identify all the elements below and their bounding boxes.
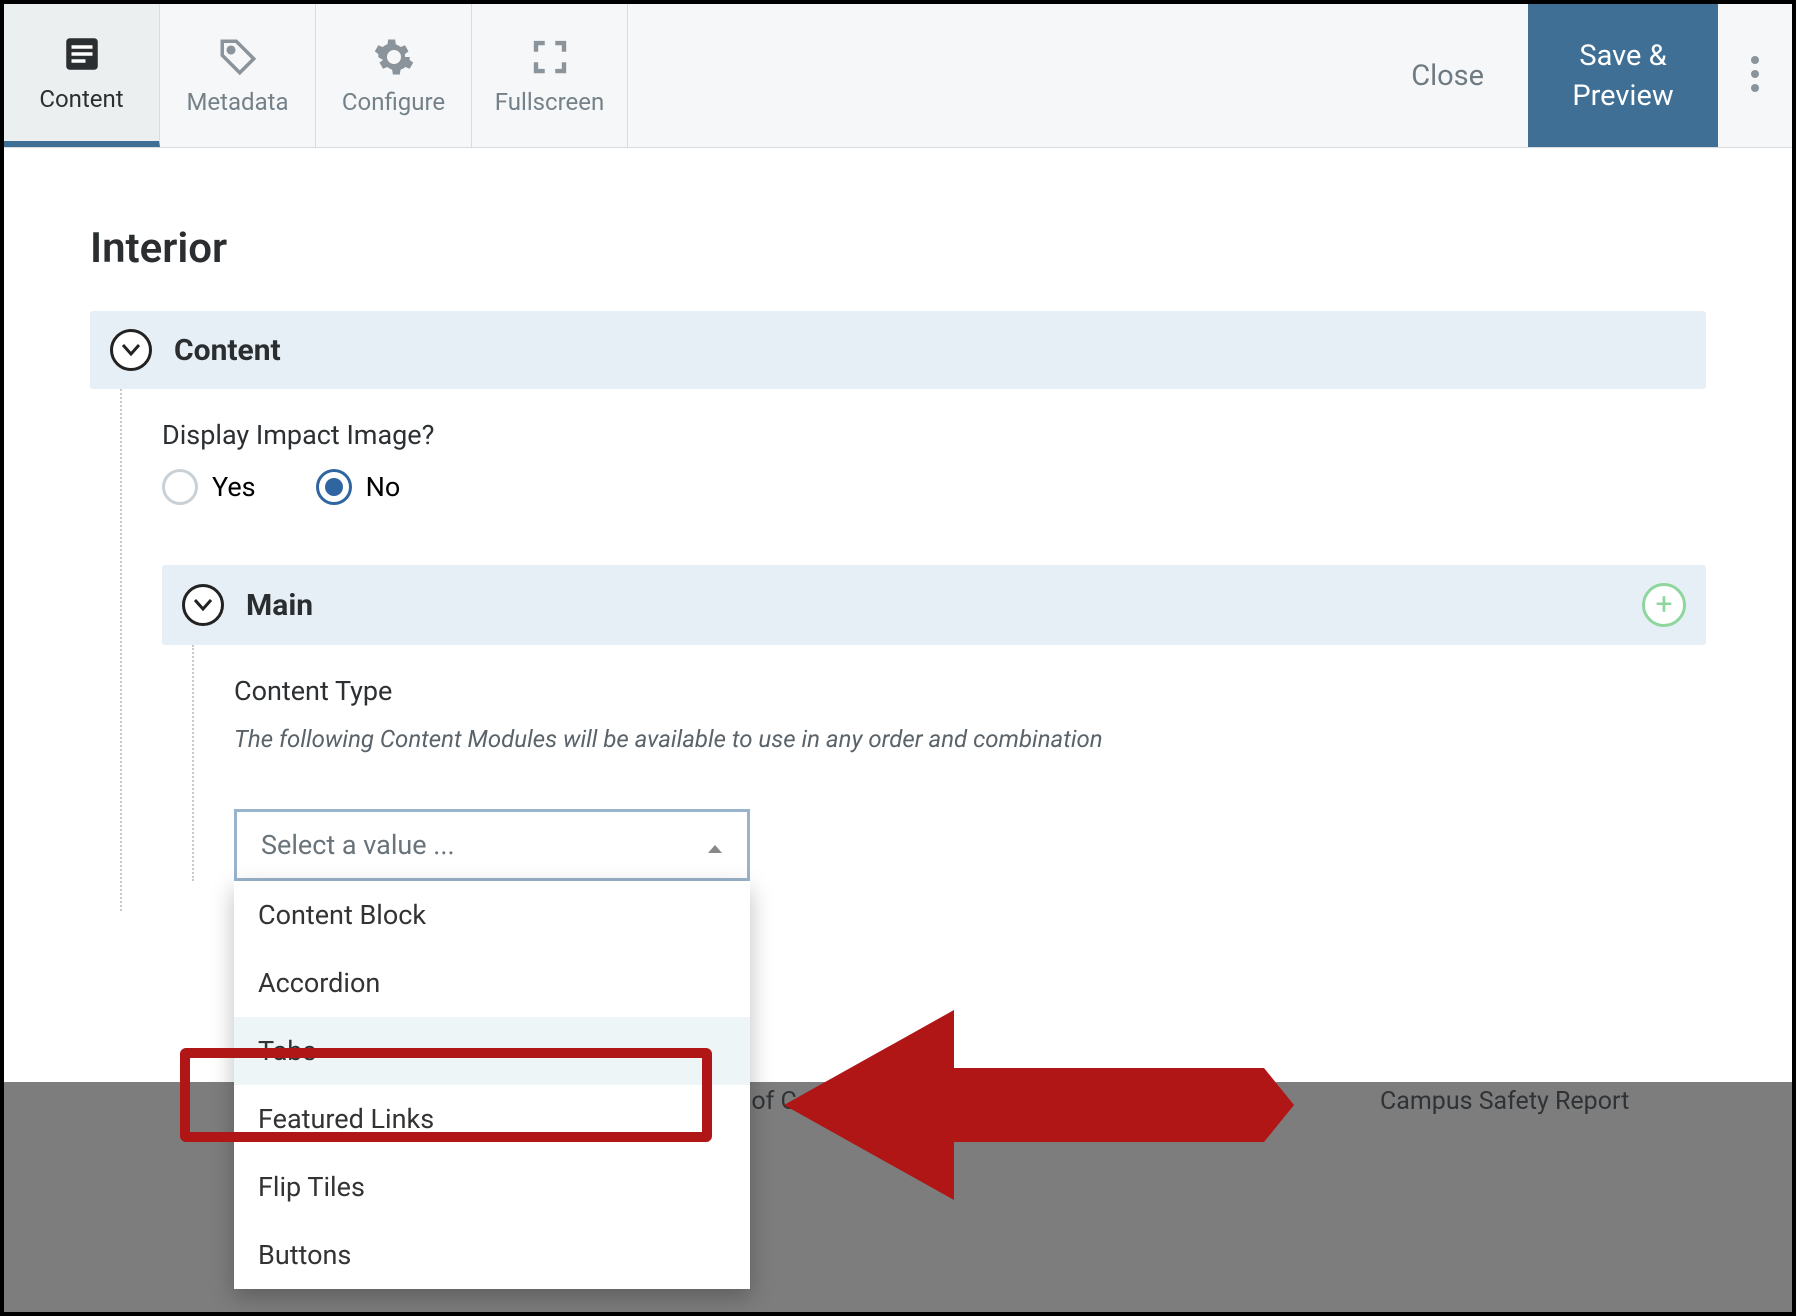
- radio-dot: [316, 469, 352, 505]
- save-line2: Preview: [1572, 79, 1673, 113]
- content-icon: [61, 33, 103, 75]
- select-option-tabs[interactable]: Tabs: [234, 1017, 750, 1085]
- section-title: Content: [174, 333, 281, 368]
- select-option-buttons[interactable]: Buttons: [234, 1221, 750, 1289]
- select-option-flip-tiles[interactable]: Flip Tiles: [234, 1153, 750, 1221]
- caret-up-icon: [707, 829, 723, 861]
- collapse-icon[interactable]: [110, 329, 152, 371]
- tab-configure[interactable]: Configure: [316, 4, 472, 147]
- radio-yes[interactable]: Yes: [162, 469, 256, 505]
- kebab-icon: [1751, 56, 1759, 96]
- section-main[interactable]: Main +: [162, 565, 1706, 645]
- content-type-label: Content Type: [234, 675, 1706, 707]
- radio-dot: [162, 469, 198, 505]
- page-title: Interior: [90, 224, 1706, 273]
- select-option-content-block[interactable]: Content Block: [234, 881, 750, 949]
- more-menu-button[interactable]: [1718, 4, 1792, 147]
- tab-fullscreen[interactable]: Fullscreen: [472, 4, 628, 147]
- section-title: Main: [246, 588, 313, 623]
- radio-label: Yes: [212, 471, 256, 503]
- tab-label: Metadata: [186, 88, 288, 116]
- select-option-featured-links[interactable]: Featured Links: [234, 1085, 750, 1153]
- select-option-accordion[interactable]: Accordion: [234, 949, 750, 1017]
- save-preview-button[interactable]: Save & Preview: [1528, 4, 1718, 147]
- radio-label: No: [366, 471, 401, 503]
- footer-link-safety[interactable]: Campus Safety Report: [1380, 1087, 1629, 1116]
- display-impact-label: Display Impact Image?: [162, 419, 1706, 451]
- editor-toolbar: Content Metadata Configure Fullscreen Cl…: [4, 4, 1792, 148]
- gear-icon: [373, 36, 415, 78]
- tab-metadata[interactable]: Metadata: [160, 4, 316, 147]
- tab-label: Configure: [342, 88, 445, 116]
- tag-icon: [217, 36, 259, 78]
- select-placeholder: Select a value ...: [261, 829, 455, 861]
- radio-no[interactable]: No: [316, 469, 401, 505]
- section-content[interactable]: Content: [90, 311, 1706, 389]
- fullscreen-icon: [529, 36, 571, 78]
- close-button[interactable]: Close: [1367, 4, 1528, 147]
- save-line1: Save &: [1579, 39, 1666, 73]
- add-main-button[interactable]: +: [1642, 583, 1686, 627]
- tab-label: Content: [39, 85, 123, 113]
- content-type-options: Content BlockAccordionTabsFeatured Links…: [234, 881, 750, 1289]
- tab-label: Fullscreen: [495, 88, 604, 116]
- plus-icon: +: [1655, 590, 1672, 620]
- content-type-select[interactable]: Select a value ...: [234, 809, 750, 881]
- display-impact-radiogroup: Yes No: [162, 469, 1706, 505]
- tab-content[interactable]: Content: [4, 4, 160, 147]
- content-type-hint: The following Content Modules will be av…: [234, 725, 1706, 753]
- collapse-icon[interactable]: [182, 584, 224, 626]
